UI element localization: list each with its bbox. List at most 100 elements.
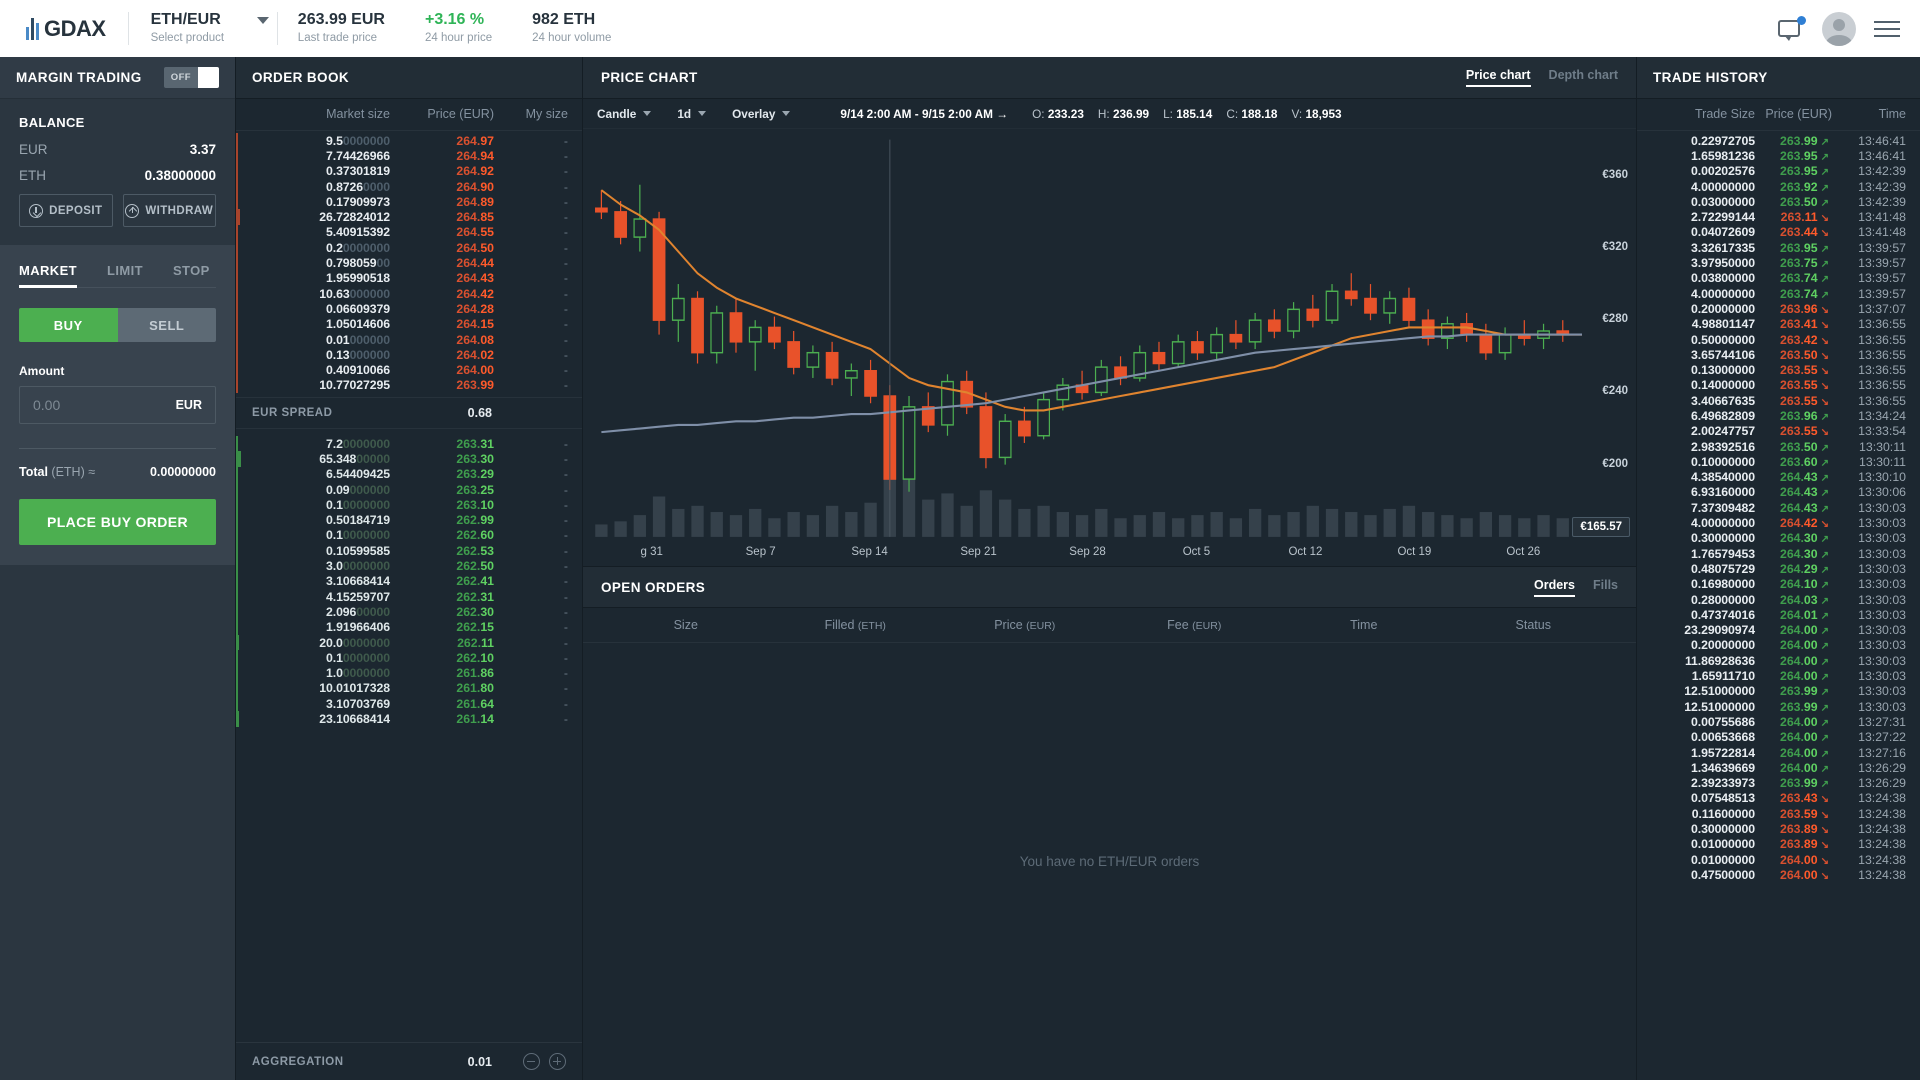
order-book-row[interactable]: 23.10668414 261.14 - (236, 711, 582, 727)
order-price: 264.43 (456, 271, 494, 286)
trade-history-row: 4.00000000 263.92 ↗ 13:42:39 (1637, 179, 1920, 194)
chart-overlay-dropdown[interactable]: Overlay (732, 107, 791, 121)
order-book-row[interactable]: 20.00000000 262.11 - (236, 634, 582, 651)
chart-type-dropdown[interactable]: Candle (597, 107, 652, 121)
tab-price-chart[interactable]: Price chart (1465, 68, 1531, 87)
order-book-row[interactable]: 0.01000000 264.08 - (236, 331, 582, 348)
arrow-up-icon: ↗ (1820, 243, 1829, 255)
24h-change-stat: +3.16 % 24 hour price (405, 0, 512, 57)
top-bar-actions (1778, 0, 1920, 57)
tab-market[interactable]: MARKET (19, 263, 78, 288)
spread-value: 0.68 (467, 406, 492, 421)
sell-button[interactable]: SELL (117, 308, 216, 342)
order-book-row[interactable]: 10.01017328 261.80 - (236, 680, 582, 697)
order-book-row[interactable]: 7.74426966 264.94 - (236, 148, 582, 164)
aggregation-increase-icon[interactable] (549, 1053, 566, 1070)
order-book-row[interactable]: 10.63000000 264.42 - (236, 285, 582, 302)
order-book-row[interactable]: 0.10000000 262.10 - (236, 650, 582, 666)
trade-history-row: 0.28000000 264.03 ↗ 13:30:03 (1637, 592, 1920, 607)
order-size: 0.01000000 (326, 332, 390, 347)
order-book-row[interactable]: 1.91966406 262.15 - (236, 619, 582, 635)
order-size: 0.50184719 (326, 513, 390, 528)
order-book-row[interactable]: 26.72824012 264.85 - (236, 209, 582, 225)
order-book-row[interactable]: 5.40915392 264.55 - (236, 224, 582, 241)
trade-size: 1.95722814 (1691, 745, 1755, 760)
menu-icon[interactable] (1874, 20, 1900, 37)
tab-depth-chart[interactable]: Depth chart (1549, 68, 1618, 87)
product-selector[interactable]: ETH/EUR Select product (129, 0, 277, 57)
order-book-row[interactable]: 0.06609379 264.28 - (236, 301, 582, 317)
tab-orders[interactable]: Orders (1533, 578, 1575, 597)
trade-size: 7.37309482 (1691, 500, 1755, 515)
order-book-row[interactable]: 0.10000000 263.10 - (236, 497, 582, 513)
trade-price: 263.74 ↗ (1779, 286, 1829, 301)
trade-price: 263.41 ↘ (1779, 317, 1829, 332)
depth-bar (236, 589, 238, 605)
order-book-row[interactable]: 9.50000000 264.97 - (236, 133, 582, 149)
order-size: 7.74426966 (326, 148, 390, 163)
trade-history-row: 0.14000000 263.55 ↘ 13:36:55 (1637, 378, 1920, 393)
my-size: - (563, 301, 568, 316)
order-book-row[interactable]: 4.15259707 262.31 - (236, 589, 582, 605)
order-book-row[interactable]: 3.10668414 262.41 - (236, 573, 582, 590)
order-book-row[interactable]: 0.13000000 264.02 - (236, 347, 582, 363)
trade-time: 13:30:11 (1859, 439, 1906, 454)
margin-trading-toggle[interactable]: OFF (163, 67, 219, 88)
order-book-row[interactable]: 0.17909973 264.89 - (236, 194, 582, 210)
tab-limit[interactable]: LIMIT (107, 263, 143, 287)
order-book-row[interactable]: 0.20000000 264.50 - (236, 240, 582, 256)
order-size: 10.01017328 (319, 681, 390, 696)
gdax-logo[interactable]: GDAX (0, 0, 128, 57)
top-bar: GDAX ETH/EUR Select product 263.99 EUR L… (0, 0, 1920, 57)
place-buy-order-button[interactable]: PLACE BUY ORDER (19, 499, 216, 545)
tab-stop[interactable]: STOP (173, 263, 210, 287)
aggregation-decrease-icon[interactable] (523, 1053, 540, 1070)
deposit-button[interactable]: DEPOSIT (19, 194, 113, 227)
trade-price: 264.00 ↗ (1779, 745, 1829, 760)
24h-change-label: 24 hour price (424, 31, 493, 44)
order-book-row[interactable]: 3.10703769 261.64 - (236, 696, 582, 712)
order-price: 264.08 (456, 332, 494, 347)
order-price: 264.92 (456, 164, 494, 179)
order-book-row[interactable]: 7.20000000 263.31 - (236, 436, 582, 452)
order-price: 262.31 (456, 589, 494, 604)
order-book-row[interactable]: 1.00000000 261.86 - (236, 665, 582, 681)
trade-history-panel: TRADE HISTORY Trade Size Price (EUR) Tim… (1636, 57, 1920, 1080)
withdraw-button[interactable]: WITHDRAW (122, 194, 216, 227)
order-book-row[interactable]: 1.05014606 264.15 - (236, 316, 582, 332)
tab-fills[interactable]: Fills (1593, 578, 1618, 597)
order-book-row[interactable]: 10.77027295 263.99 - (236, 377, 582, 394)
price-chart-canvas[interactable]: €360 €320 €280 €240 €200 €165.57 g 31 Sep 7 Se… (583, 129, 1636, 566)
order-book-row[interactable]: 0.09000000 263.25 - (236, 481, 582, 498)
order-book-row[interactable]: 0.10000000 262.60 - (236, 527, 582, 544)
col-price: Price (EUR) (1765, 107, 1832, 121)
my-size: - (563, 363, 568, 378)
chat-icon[interactable] (1778, 15, 1806, 42)
trade-time: 13:36:55 (1858, 332, 1906, 347)
order-book-row[interactable]: 0.40910066 264.00 - (236, 362, 582, 378)
order-book-row[interactable]: 0.50184719 262.99 - (236, 512, 582, 528)
trade-history-row: 2.72299144 263.11 ↘ 13:41:48 (1637, 209, 1920, 224)
trade-time: 13:36:55 (1858, 363, 1906, 378)
order-book-row[interactable]: 0.87260000 264.90 - (236, 178, 582, 195)
order-book-row[interactable]: 0.10599585 262.53 - (236, 543, 582, 559)
order-book-row[interactable]: 6.54409425 263.29 - (236, 466, 582, 482)
order-book-row[interactable]: 65.34800000 263.30 - (236, 451, 582, 467)
trade-time: 13:30:03 (1858, 500, 1906, 515)
trade-price: 263.55 ↘ (1779, 424, 1829, 439)
order-book-row[interactable]: 0.37301819 264.92 - (236, 163, 582, 179)
avatar[interactable] (1822, 11, 1856, 46)
amount-input[interactable]: 0.00 EUR (19, 386, 216, 424)
chart-interval-dropdown[interactable]: 1d (677, 107, 707, 121)
order-book-row[interactable]: 2.09600000 262.30 - (236, 604, 582, 620)
trade-size: 0.30000000 (1691, 531, 1755, 546)
depth-bar (236, 255, 238, 271)
trade-time: 13:30:03 (1858, 516, 1906, 531)
order-book-row[interactable]: 3.00000000 262.50 - (236, 558, 582, 574)
order-book-row[interactable]: 0.79805900 264.44 - (236, 255, 582, 271)
trade-price: 263.50 ↘ (1779, 347, 1829, 362)
buy-button[interactable]: BUY (19, 308, 118, 342)
my-size: - (563, 332, 568, 347)
depth-bar (236, 696, 238, 712)
order-book-row[interactable]: 1.95990518 264.43 - (236, 270, 582, 286)
